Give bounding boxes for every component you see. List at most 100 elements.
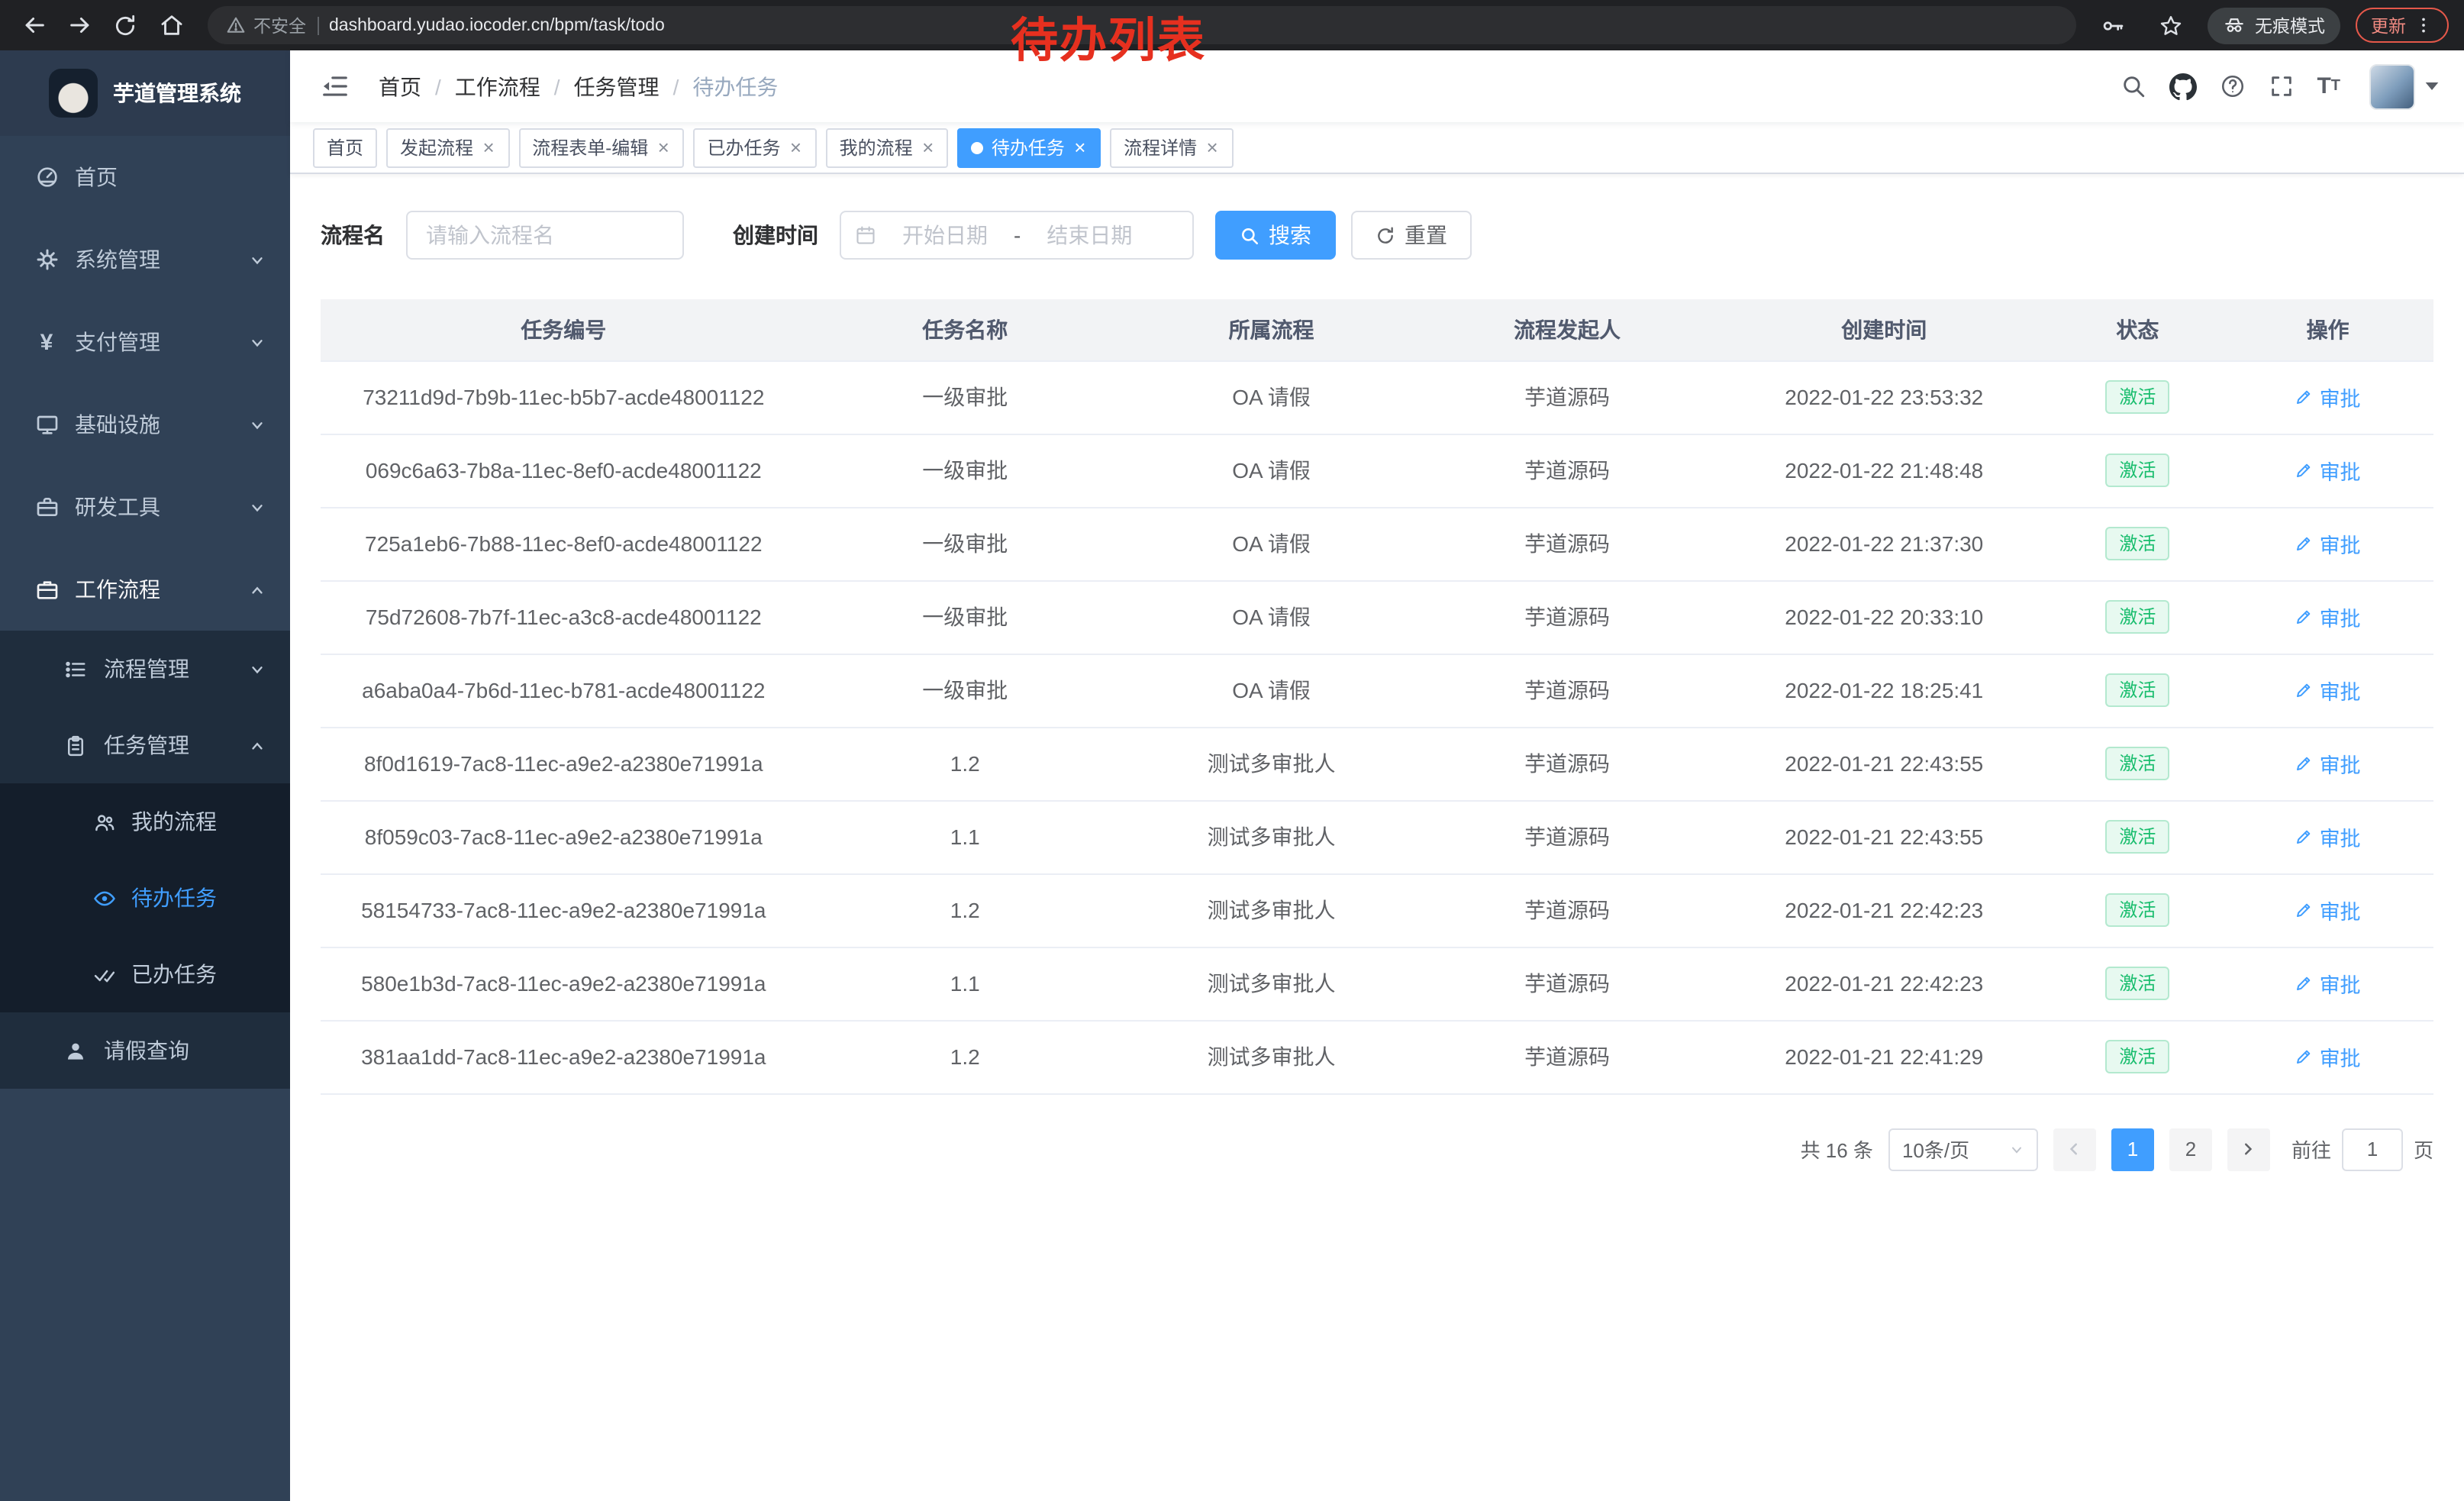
cell-initiator: 芋道源码 (1419, 800, 1715, 873)
tab[interactable]: 已办任务 × (693, 128, 816, 167)
user-menu[interactable] (2369, 63, 2440, 109)
cell-initiator: 芋道源码 (1419, 507, 1715, 580)
end-date-placeholder[interactable]: 结束日期 (1030, 220, 1149, 250)
tab[interactable]: 待办任务 × (958, 128, 1101, 167)
search-icon[interactable] (2120, 73, 2146, 99)
chevron-right-icon (2240, 1141, 2257, 1157)
status-badge: 激活 (2105, 527, 2169, 560)
approve-link[interactable]: 审批 (2295, 822, 2361, 852)
next-page-button[interactable] (2227, 1128, 2270, 1170)
incognito-badge: 无痕模式 (2208, 7, 2340, 44)
workflow-submenu: 流程管理 任务管理 (0, 631, 290, 1089)
tab-label: 首页 (327, 134, 363, 160)
reload-icon[interactable] (104, 4, 147, 47)
home-icon[interactable] (150, 4, 192, 47)
sidebar-item-todo-task[interactable]: 待办任务 (0, 860, 290, 936)
tab[interactable]: 首页 (313, 128, 377, 167)
github-icon[interactable] (2169, 73, 2196, 100)
breadcrumb-item[interactable]: 工作流程 (455, 71, 540, 102)
logo-image (49, 69, 98, 118)
caret-down-icon (2424, 81, 2440, 92)
sidebar-item-system[interactable]: 系统管理 (0, 218, 290, 301)
reset-button[interactable]: 重置 (1351, 211, 1472, 260)
cell-task-name: 一级审批 (807, 580, 1124, 654)
sidebar-item-devtools[interactable]: 研发工具 (0, 466, 290, 548)
tab[interactable]: 流程详情 × (1110, 128, 1233, 167)
date-range-picker[interactable]: 开始日期 - 结束日期 (840, 211, 1194, 260)
approve-link[interactable]: 审批 (2295, 675, 2361, 705)
cell-initiator: 芋道源码 (1419, 580, 1715, 654)
key-icon[interactable] (2091, 4, 2134, 47)
cell-status: 激活 (2053, 873, 2222, 947)
sidebar-item-process-management[interactable]: 流程管理 (0, 631, 290, 707)
sidebar-item-workflow[interactable]: 工作流程 (0, 548, 290, 631)
approve-link[interactable]: 审批 (2295, 1041, 2361, 1072)
start-date-placeholder[interactable]: 开始日期 (885, 220, 1005, 250)
cell-status: 激活 (2053, 947, 2222, 1020)
edit-pencil-icon (2295, 534, 2314, 553)
tab-close-icon[interactable]: × (481, 137, 495, 157)
sidebar-item-done-task[interactable]: 已办任务 (0, 936, 290, 1012)
approve-link-label: 审批 (2320, 382, 2361, 412)
approve-link[interactable]: 审批 (2295, 602, 2361, 632)
bookmark-star-icon[interactable] (2150, 4, 2192, 47)
cell-status: 激活 (2053, 580, 2222, 654)
cell-actions: 审批 (2222, 800, 2433, 873)
sidebar-collapse-icon[interactable] (314, 66, 356, 107)
cell-task-name: 一级审批 (807, 434, 1124, 507)
approve-link[interactable]: 审批 (2295, 382, 2361, 412)
chevron-down-icon (249, 334, 266, 350)
app-title: 芋道管理系统 (113, 78, 241, 108)
fullscreen-icon[interactable] (2268, 73, 2294, 99)
approve-link[interactable]: 审批 (2295, 528, 2361, 559)
forward-icon[interactable] (58, 4, 101, 47)
tab-close-icon[interactable]: × (1205, 137, 1219, 157)
page-button-1[interactable]: 1 (2111, 1128, 2154, 1170)
sidebar-item-my-process[interactable]: 我的流程 (0, 783, 290, 860)
status-badge: 激活 (2105, 747, 2169, 780)
approve-link-label: 审批 (2320, 1041, 2361, 1072)
app-header: 首页 / 工作流程 / 任务管理 / 待办任务 (290, 50, 2464, 122)
help-icon[interactable] (2219, 73, 2245, 99)
breadcrumb-current: 待办任务 (692, 71, 778, 102)
tab-close-icon[interactable]: × (1072, 137, 1087, 157)
tab-close-icon[interactable]: × (921, 137, 935, 157)
cell-actions: 审批 (2222, 360, 2433, 434)
tab[interactable]: 流程表单-编辑 × (518, 128, 684, 167)
breadcrumb-item[interactable]: 任务管理 (574, 71, 660, 102)
edit-pencil-icon (2295, 754, 2314, 773)
approve-link[interactable]: 审批 (2295, 455, 2361, 486)
page-button-2[interactable]: 2 (2169, 1128, 2212, 1170)
column-header-actions: 操作 (2222, 299, 2433, 360)
tab-close-icon[interactable]: × (788, 137, 802, 157)
sidebar-item-payment[interactable]: ¥ 支付管理 (0, 301, 290, 383)
tab[interactable]: 发起流程 × (386, 128, 509, 167)
sidebar-item-infrastructure[interactable]: 基础设施 (0, 383, 290, 466)
approve-link[interactable]: 审批 (2295, 895, 2361, 925)
breadcrumb-item[interactable]: 首页 (379, 71, 421, 102)
address-bar[interactable]: 不安全 dashboard.yudao.iocoder.cn/bpm/task/… (208, 6, 2076, 44)
browser-menu-icon[interactable] (2414, 15, 2433, 35)
table-row: 381aa1dd-7ac8-11ec-a9e2-a2380e71991a 1.2… (321, 1020, 2433, 1093)
tab[interactable]: 我的流程 × (826, 128, 949, 167)
goto-page-input[interactable] (2342, 1128, 2403, 1170)
app-logo[interactable]: 芋道管理系统 (0, 50, 290, 136)
page-size-select[interactable]: 10条/页 (1888, 1128, 2038, 1170)
security-status[interactable]: 不安全 (226, 13, 306, 37)
approve-link[interactable]: 审批 (2295, 968, 2361, 999)
status-badge: 激活 (2105, 820, 2169, 854)
search-button[interactable]: 搜索 (1215, 211, 1336, 260)
browser-update-button[interactable]: 更新 (2356, 8, 2449, 43)
cell-process: OA 请假 (1124, 507, 1420, 580)
cell-task-name: 一级审批 (807, 507, 1124, 580)
sidebar-item-leave-query[interactable]: 请假查询 (0, 1012, 290, 1089)
back-icon[interactable] (12, 4, 55, 47)
process-name-input[interactable] (406, 211, 684, 260)
font-size-icon[interactable]: TT (2317, 75, 2340, 98)
sidebar-item-task-management[interactable]: 任务管理 (0, 707, 290, 783)
prev-page-button[interactable] (2053, 1128, 2096, 1170)
approve-link[interactable]: 审批 (2295, 748, 2361, 779)
sidebar-item-home[interactable]: 首页 (0, 136, 290, 218)
tab-close-icon[interactable]: × (656, 137, 670, 157)
sidebar: 芋道管理系统 首页 系统管理 ¥ 支付管理 (0, 50, 290, 1501)
